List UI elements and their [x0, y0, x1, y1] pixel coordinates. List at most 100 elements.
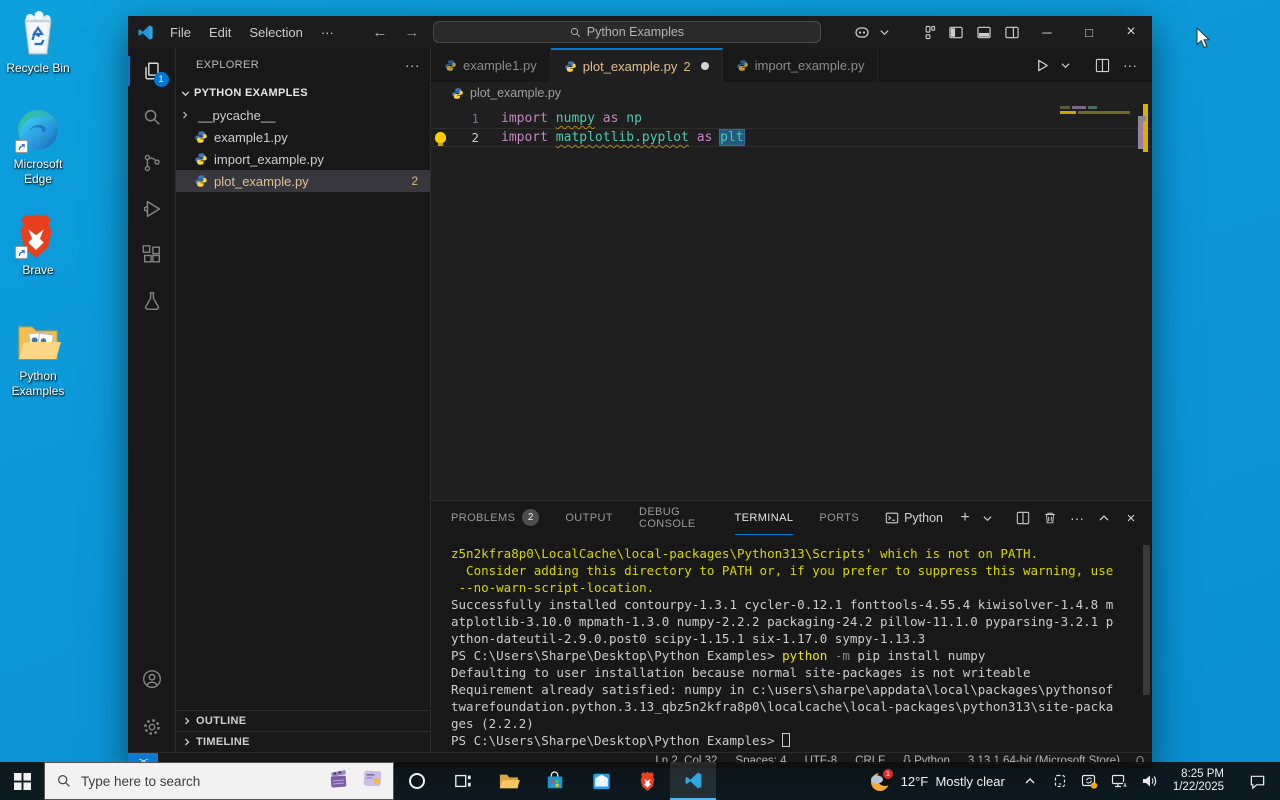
terminal-cursor: [782, 733, 791, 747]
extensions-activity-icon[interactable]: [128, 232, 176, 278]
tab-import_example-py[interactable]: import_example.py: [722, 48, 879, 82]
tab-example1-py[interactable]: example1.py: [431, 48, 551, 82]
panel-tab-debug-console[interactable]: DEBUG CONSOLE: [639, 501, 709, 535]
tray-volume-icon[interactable]: [1137, 773, 1163, 789]
vscode-taskbar-button[interactable]: [670, 762, 716, 800]
python-file-icon: [194, 130, 208, 144]
toggle-secondary-sidebar-icon[interactable]: [998, 19, 1026, 45]
panel-tab-ports[interactable]: PORTS: [819, 501, 859, 535]
run-debug-activity-icon[interactable]: [128, 186, 176, 232]
titlebar-right: ─ □ ×: [848, 16, 1152, 48]
explorer-item-import_example-py[interactable]: import_example.py: [176, 148, 430, 170]
copilot-icon[interactable]: [848, 19, 876, 45]
tray-network-icon[interactable]: [1107, 773, 1133, 789]
file-explorer-button[interactable]: [486, 762, 532, 800]
file-name: __pycache__: [198, 107, 276, 123]
chevron-down-icon: [181, 90, 190, 96]
editor-more-actions-icon[interactable]: ···: [1118, 52, 1142, 78]
back-arrow-icon[interactable]: ←: [369, 24, 391, 41]
terminal-line: z5n2kfra8p0\LocalCache\local-packages\Py…: [451, 546, 1038, 561]
menu-edit[interactable]: Edit: [201, 22, 239, 43]
run-dropdown-chevron-icon[interactable]: [1058, 52, 1072, 78]
terminal-profile[interactable]: Python: [885, 511, 943, 525]
terminal-line: Defaulting to user installation because …: [451, 665, 1031, 680]
maximize-button[interactable]: □: [1068, 16, 1110, 48]
split-editor-icon[interactable]: [1090, 52, 1114, 78]
close-button[interactable]: ×: [1110, 16, 1152, 48]
panel-tab-output[interactable]: OUTPUT: [565, 501, 613, 535]
taskbar-clock[interactable]: 8:25 PM 1/22/2025: [1167, 768, 1234, 794]
close-panel-icon[interactable]: ×: [1120, 507, 1142, 529]
weather-widget[interactable]: 1 12°F Mostly clear: [860, 768, 1013, 794]
clock-time: 8:25 PM: [1181, 768, 1224, 780]
task-view-button[interactable]: [440, 762, 486, 800]
modified-dot-icon[interactable]: [700, 62, 709, 70]
file-tree: __pycache__ example1.py import_example.py p…: [176, 104, 430, 192]
explorer-item-example1-py[interactable]: example1.py: [176, 126, 430, 148]
minimap[interactable]: [1060, 106, 1138, 116]
lightbulb-icon[interactable]: [434, 132, 446, 146]
tray-display-update-icon[interactable]: [1077, 773, 1103, 789]
mail-button[interactable]: [578, 762, 624, 800]
testing-activity-icon[interactable]: [128, 278, 176, 324]
terminal-line: Requirement already satisfied: numpy in …: [451, 682, 1114, 697]
split-terminal-icon[interactable]: [1012, 507, 1034, 529]
customize-layout-icon[interactable]: [914, 19, 942, 45]
menu-file[interactable]: File: [162, 22, 199, 43]
weather-moon-cloud-icon: 1: [868, 768, 894, 794]
source-control-activity-icon[interactable]: [128, 140, 176, 186]
code-editor[interactable]: 1 import numpy as np 2 import matplotlib.py…: [431, 104, 1152, 500]
file-name: example1.py: [214, 129, 288, 145]
start-button[interactable]: [0, 762, 44, 800]
forward-arrow-icon[interactable]: →: [401, 24, 423, 41]
settings-gear-icon[interactable]: [128, 702, 176, 752]
terminal-dropdown-chevron-icon[interactable]: [981, 507, 994, 529]
code-line-2[interactable]: 2 import matplotlib.pyplot as plt: [431, 128, 1152, 147]
terminal-scrollbar[interactable]: [1143, 545, 1150, 695]
desktop-icon-brave[interactable]: Brave: [0, 212, 76, 278]
tray-chevron-up-icon[interactable]: [1017, 775, 1043, 787]
panel-tab-terminal[interactable]: TERMINAL: [734, 501, 794, 535]
explorer-more-icon[interactable]: ···: [405, 57, 420, 73]
panel-actions: Python + ··· ×: [885, 507, 1142, 529]
tray-device-icon[interactable]: [1047, 773, 1073, 789]
search-highlight-clapperboard-icon[interactable]: [327, 767, 351, 796]
project-section-header[interactable]: PYTHON EXAMPLES: [176, 82, 430, 104]
search-activity-icon[interactable]: [128, 94, 176, 140]
menu-[interactable]: ···: [313, 22, 342, 43]
search-highlight-card-icon[interactable]: [361, 767, 385, 796]
maximize-panel-chevron-icon[interactable]: [1093, 507, 1115, 529]
action-center-icon[interactable]: [1238, 773, 1276, 790]
brave-taskbar-button[interactable]: [624, 762, 670, 800]
panel-more-actions-icon[interactable]: ···: [1066, 507, 1088, 529]
kill-terminal-trash-icon[interactable]: [1039, 507, 1061, 529]
minimize-button[interactable]: ─: [1026, 16, 1068, 48]
toggle-panel-icon[interactable]: [970, 19, 998, 45]
desktop-icon-recycle-bin[interactable]: Recycle Bin: [0, 10, 76, 76]
sidebar-section-outline[interactable]: OUTLINE: [176, 710, 430, 731]
chevron-down-icon[interactable]: [876, 19, 892, 45]
code-line-1[interactable]: 1 import numpy as np: [431, 109, 1152, 128]
desktop-icon-python-examples-folder[interactable]: Python Examples: [0, 318, 76, 399]
menu-selection[interactable]: Selection: [241, 22, 310, 43]
cortana-button[interactable]: [394, 762, 440, 800]
tab-plot_example-py[interactable]: plot_example.py 2: [550, 48, 723, 82]
sidebar-section-timeline[interactable]: TIMELINE: [176, 731, 430, 752]
panel-tab-problems[interactable]: PROBLEMS 2: [451, 501, 540, 535]
command-center-search[interactable]: Python Examples: [432, 21, 821, 43]
new-terminal-icon[interactable]: +: [954, 507, 976, 529]
taskbar-search-box[interactable]: Type here to search: [44, 762, 394, 800]
explorer-item-__pycache__[interactable]: __pycache__: [176, 104, 430, 126]
recycle-bin-icon: [14, 10, 62, 58]
run-python-file-button[interactable]: [1030, 52, 1054, 78]
terminal-output[interactable]: z5n2kfra8p0\LocalCache\local-packages\Py…: [431, 535, 1152, 752]
file-name: plot_example.py: [214, 173, 309, 189]
desktop-icon-microsoft-edge[interactable]: Microsoft Edge: [0, 106, 76, 187]
accounts-icon[interactable]: [128, 656, 176, 702]
explorer-item-plot_example-py[interactable]: plot_example.py 2: [176, 170, 430, 192]
toggle-sidebar-icon[interactable]: [942, 19, 970, 45]
explorer-activity-icon[interactable]: 1: [127, 48, 176, 94]
breadcrumb[interactable]: plot_example.py: [431, 82, 1152, 104]
microsoft-store-button[interactable]: [532, 762, 578, 800]
chevron-right-icon: [185, 717, 190, 725]
